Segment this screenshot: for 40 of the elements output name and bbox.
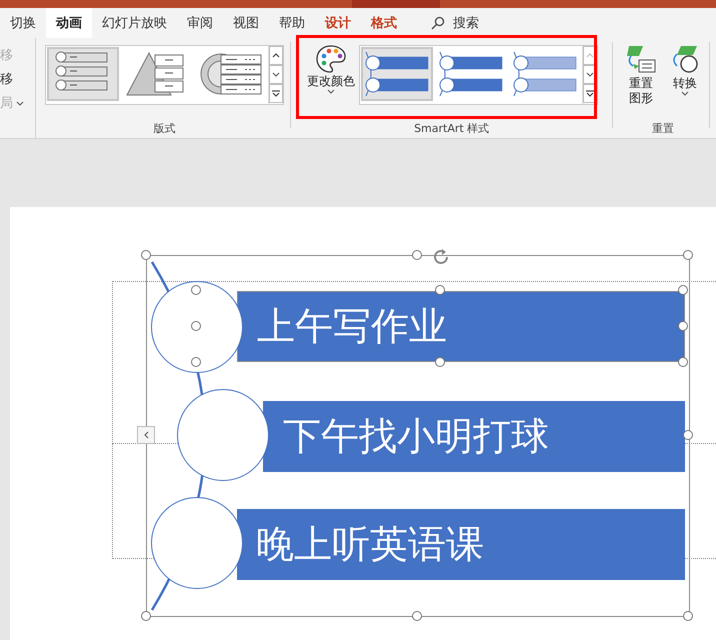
ribbon-tab[interactable]: 动画 [46, 8, 92, 38]
list-item-bar[interactable]: 晚上听英语课 [237, 509, 685, 580]
ribbon-tab[interactable]: 切换 [0, 8, 46, 38]
layout-option[interactable] [47, 47, 120, 101]
group-label: 重置 [652, 121, 674, 137]
ribbon-tab[interactable]: 审阅 [177, 8, 223, 38]
palette-icon [315, 44, 348, 74]
chevron-left-icon [144, 431, 148, 439]
caret-icon [681, 91, 690, 96]
text-pane-button[interactable] [137, 426, 155, 444]
more-button[interactable] [269, 84, 284, 103]
style-preview-icon [364, 50, 430, 98]
scroll-up-button[interactable] [269, 46, 284, 65]
ribbon-tab[interactable]: 幻灯片放映 [92, 8, 177, 38]
style-option[interactable] [361, 47, 434, 101]
ribbon-tab[interactable]: 帮助 [269, 8, 315, 38]
style-preview-icon [438, 50, 504, 98]
expand-icon [272, 90, 280, 97]
search-icon [431, 16, 445, 30]
style-preview-icon [512, 50, 578, 98]
ribbon-tab[interactable]: 设计 [315, 8, 361, 38]
list-item-bar[interactable]: 上午写作业 [237, 291, 685, 362]
target-list-icon [199, 51, 264, 97]
ribbon-tab[interactable]: 格式 [361, 8, 407, 38]
chevron-up-icon [272, 53, 280, 58]
group-label: SmartArt 样式 [414, 121, 490, 137]
scroll-down-button[interactable] [269, 65, 284, 84]
search-label[interactable]: 搜索 [453, 14, 479, 32]
caret-icon [327, 89, 336, 94]
chevron-up-icon [586, 53, 594, 58]
ribbon-button[interactable]: 重置图形 [623, 38, 660, 106]
ribbon-tab[interactable]: 视图 [223, 8, 269, 38]
list-item-bar[interactable]: 下午找小明打球 [263, 401, 685, 472]
expand-icon [586, 90, 594, 97]
chevron-down-icon [586, 72, 594, 77]
chevron-down-icon [272, 72, 280, 77]
change-colors-button[interactable]: 更改颜色 [305, 38, 358, 94]
group-label: 版式 [154, 121, 176, 137]
ribbon-command[interactable]: 移 [0, 70, 13, 88]
ribbon-button[interactable]: 转换 [667, 38, 704, 106]
